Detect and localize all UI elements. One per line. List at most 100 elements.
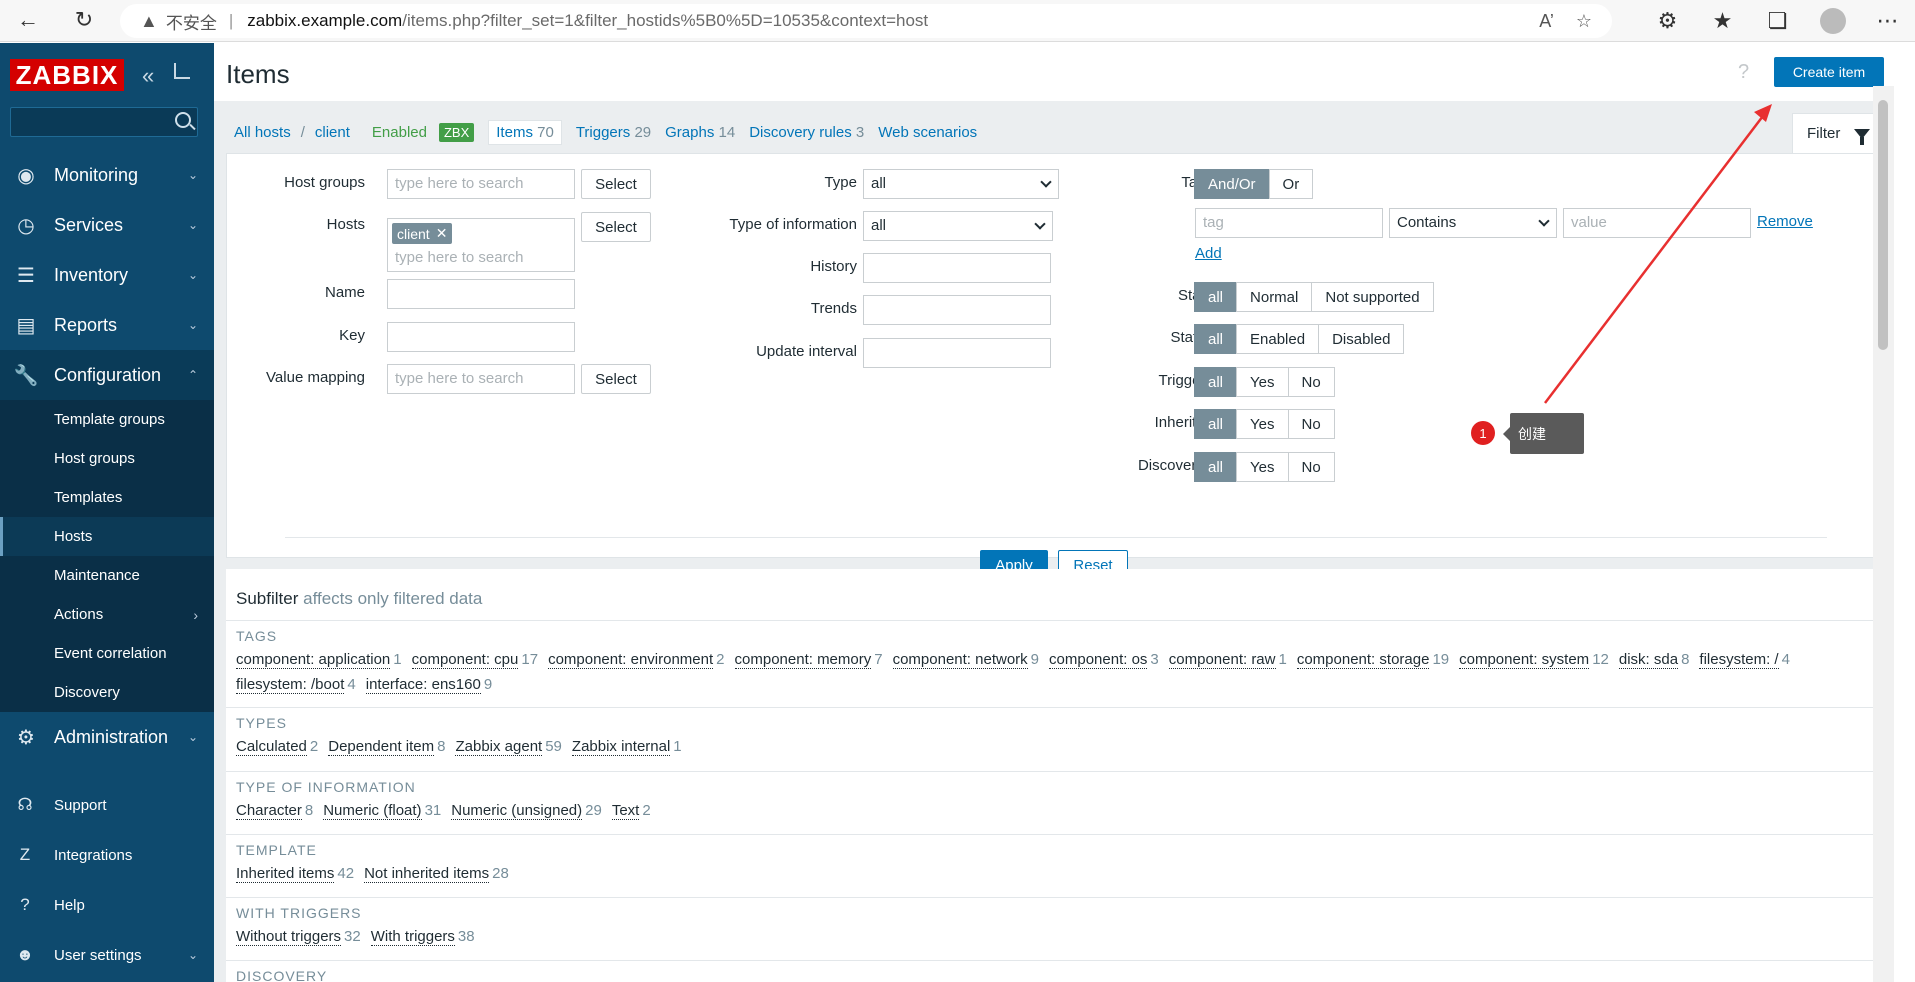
triggers-yes-option[interactable]: Yes [1236,367,1289,397]
menu-services[interactable]: ◷ Services ⌄ [0,200,214,250]
help-icon[interactable]: ? [1738,61,1749,84]
tab-items[interactable]: Items 70 [488,119,562,145]
subfilter-link[interactable]: Not inherited items [364,865,490,883]
inherited-all-option[interactable]: all [1194,409,1238,439]
host-groups-select-button[interactable]: Select [581,169,651,199]
tag-add-link[interactable]: Add [1195,245,1222,262]
discovered-all-option[interactable]: all [1194,452,1238,482]
menu-help[interactable]: ? Help [0,880,214,930]
chip-remove-icon[interactable]: ✕ [436,225,448,242]
host-status-enabled[interactable]: Enabled [372,124,427,141]
submenu-event-correlation[interactable]: Event correlation [0,634,214,673]
update-interval-input[interactable] [863,338,1051,368]
tag-value-input[interactable]: value [1563,208,1751,238]
menu-support[interactable]: ☊ Support [0,780,214,830]
collections-icon[interactable]: ❏ [1750,1,1805,41]
tags-or-option[interactable]: Or [1268,169,1314,199]
subfilter-link[interactable]: filesystem: / [1699,651,1779,669]
submenu-actions[interactable]: Actions › [0,595,214,634]
address-bar[interactable]: ▲ 不安全 | zabbix.example.com/items.php?fil… [120,4,1612,38]
tab-discovery-rules[interactable]: Discovery rules 3 [749,124,864,141]
subfilter-link[interactable]: component: application [236,651,391,669]
inherited-no-option[interactable]: No [1287,409,1335,439]
subfilter-link[interactable]: component: system [1459,651,1590,669]
menu-integrations[interactable]: Z Integrations [0,830,214,880]
subfilter-link[interactable]: Without triggers [236,928,342,946]
triggers-no-option[interactable]: No [1287,367,1335,397]
subfilter-link[interactable]: Text [611,802,640,820]
value-mapping-input[interactable]: type here to search [387,364,575,394]
tag-remove-link[interactable]: Remove [1757,213,1813,230]
submenu-maintenance[interactable]: Maintenance [0,556,214,595]
tags-and-or-option[interactable]: And/Or [1194,169,1270,199]
discovered-yes-option[interactable]: Yes [1236,452,1289,482]
menu-user-settings[interactable]: ☻ User settings ⌄ [0,930,214,980]
subfilter-link[interactable]: Numeric (float) [323,802,422,820]
back-icon[interactable]: ← [8,0,48,40]
host-groups-input[interactable]: type here to search [387,169,575,199]
subfilter-link[interactable]: Inherited items [236,865,335,883]
menu-administration[interactable]: ⚙ Administration ⌄ [0,712,214,762]
read-aloud-icon[interactable]: A’ [1539,11,1554,32]
tab-triggers[interactable]: Triggers 29 [576,124,651,141]
subfilter-link[interactable]: component: os [1049,651,1148,669]
favorite-add-icon[interactable]: ☆ [1576,11,1592,32]
refresh-icon[interactable]: ↻ [64,0,104,40]
subfilter-link[interactable]: Zabbix internal [571,738,671,756]
type-select[interactable]: all [863,169,1059,199]
submenu-template-groups[interactable]: Template groups [0,400,214,439]
subfilter-link[interactable]: Calculated [236,738,307,756]
breadcrumb-all-hosts[interactable]: All hosts [234,124,291,141]
collapse-sidebar-icon[interactable]: « [142,63,154,89]
inherited-yes-option[interactable]: Yes [1236,409,1289,439]
submenu-hosts[interactable]: Hosts [0,517,214,556]
value-mapping-select-button[interactable]: Select [581,364,651,394]
state-all-option[interactable]: all [1194,282,1238,312]
subfilter-link[interactable]: component: storage [1296,651,1430,669]
filter-toggle-tab[interactable]: Filter [1792,113,1884,153]
status-enabled-option[interactable]: Enabled [1236,324,1320,354]
tab-web-scenarios[interactable]: Web scenarios [878,124,977,141]
status-all-option[interactable]: all [1194,324,1238,354]
submenu-templates[interactable]: Templates [0,478,214,517]
trends-input[interactable] [863,295,1051,325]
create-item-button[interactable]: Create item [1774,57,1884,87]
subfilter-link[interactable]: component: environment [548,651,714,669]
subfilter-link[interactable]: component: cpu [411,651,519,669]
subfilter-link[interactable]: component: memory [734,651,872,669]
subfilter-link[interactable]: filesystem: /boot [236,676,345,694]
tag-operator-select[interactable]: Contains [1389,208,1557,238]
zabbix-logo[interactable]: ZABBIX [10,59,124,91]
discovered-no-option[interactable]: No [1287,452,1335,482]
history-input[interactable] [863,253,1051,283]
subfilter-link[interactable]: interface: ens160 [365,676,481,694]
subfilter-link[interactable]: disk: sda [1618,651,1679,669]
kiosk-mode-icon[interactable] [174,63,190,79]
search-icon[interactable] [175,112,191,128]
menu-monitoring[interactable]: ◉ Monitoring ⌄ [0,150,214,200]
subfilter-link[interactable]: Numeric (unsigned) [451,802,583,820]
state-not-supported-option[interactable]: Not supported [1311,282,1434,312]
hosts-select-button[interactable]: Select [581,212,651,242]
page-scrollbar[interactable] [1873,86,1894,982]
hosts-search-placeholder[interactable]: type here to search [395,249,523,266]
extensions-icon[interactable]: ⚙ [1640,1,1695,41]
subfilter-link[interactable]: Dependent item [328,738,435,756]
status-disabled-option[interactable]: Disabled [1318,324,1405,354]
tab-graphs[interactable]: Graphs 14 [665,124,735,141]
submenu-host-groups[interactable]: Host groups [0,439,214,478]
type-of-information-select[interactable]: all [863,211,1053,241]
breadcrumb-host[interactable]: client [315,124,350,141]
favorites-icon[interactable]: ★ [1695,1,1750,41]
global-search-input[interactable] [10,107,198,137]
menu-configuration[interactable]: 🔧 Configuration ⌃ [0,350,214,400]
submenu-discovery[interactable]: Discovery [0,673,214,712]
menu-inventory[interactable]: ☰ Inventory ⌄ [0,250,214,300]
menu-reports[interactable]: ▤ Reports ⌄ [0,300,214,350]
key-input[interactable] [387,322,575,352]
profile-icon[interactable] [1805,1,1860,41]
tag-name-input[interactable]: tag [1195,208,1383,238]
subfilter-link[interactable]: With triggers [370,928,455,946]
subfilter-link[interactable]: Zabbix agent [455,738,543,756]
name-input[interactable] [387,279,575,309]
